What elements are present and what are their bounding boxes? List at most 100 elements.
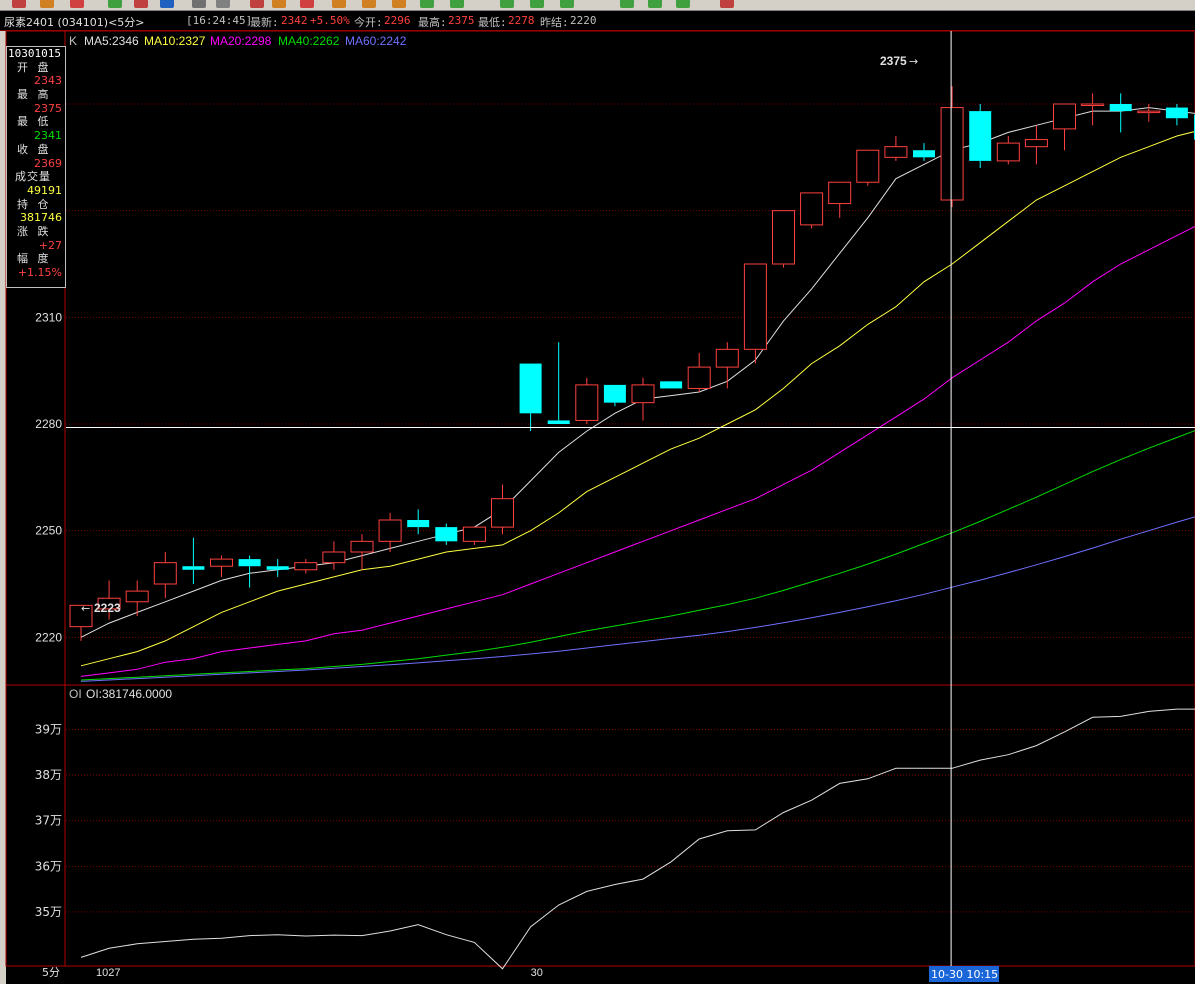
candle-body-down (1109, 104, 1132, 112)
candle (856, 149, 880, 186)
candle (1137, 104, 1161, 122)
candle-body-down (407, 520, 430, 528)
info-close-label: 收 盘 (17, 142, 52, 156)
oi-name: OI (69, 687, 82, 701)
price-tick-label: 2310 (35, 310, 62, 324)
candle-body-up (715, 348, 739, 368)
candle (435, 523, 458, 545)
candle-body-up (491, 498, 514, 528)
info-oi: 381746 (20, 211, 62, 225)
oi-value: OI:381746.0000 (86, 687, 172, 701)
candle-body-up (743, 263, 767, 350)
candle-body-up (856, 149, 880, 183)
ma10-legend: MA10:2327 (144, 34, 206, 48)
candle-body-up (322, 551, 346, 564)
ma5-line (80, 107, 1195, 638)
candle-body-up (1024, 139, 1048, 148)
crosshair (66, 31, 1195, 966)
candle (182, 537, 205, 584)
oi-tick-label: 38万 (35, 768, 62, 782)
info-high-label: 最 高 (17, 88, 52, 102)
candle-body-down (969, 111, 992, 161)
candle-body-up (940, 107, 964, 201)
min-price-label: 2223 (94, 601, 121, 615)
candle (940, 86, 964, 208)
candle (996, 136, 1020, 165)
oi-line-group (80, 708, 1195, 970)
info-low-label: 最 低 (17, 115, 52, 129)
oi-tick-label: 39万 (35, 723, 62, 737)
info-pct-label: 幅 度 (17, 252, 52, 266)
oi-line (80, 708, 1195, 970)
oi-tick-label: 35万 (35, 905, 62, 919)
candle (631, 377, 655, 421)
candles (69, 86, 1195, 641)
candle-body-up (294, 562, 318, 571)
candle (294, 559, 318, 574)
candle (547, 342, 570, 424)
chart-svg[interactable]: 2220225022802310 35万36万37万38万39万 1027 30 … (0, 0, 1195, 984)
price-tick-label: 2280 (35, 417, 62, 431)
candle (238, 555, 261, 588)
candle-body-down (660, 381, 683, 389)
candle-body-up (996, 142, 1020, 162)
candle-body-up (1137, 110, 1161, 114)
candle-body-down (603, 384, 626, 403)
candle-body-down (435, 527, 458, 542)
price-grid: 2220 2250 2280 2310 (35, 103, 1195, 644)
candle-body-up (772, 210, 795, 265)
candle (1109, 93, 1132, 133)
candle-body-up (125, 590, 149, 603)
candle (1081, 93, 1105, 126)
max-price-label: 2375 (880, 54, 907, 68)
candle (266, 559, 289, 577)
candle (1024, 125, 1048, 165)
k-label: K (69, 34, 77, 48)
candle (210, 555, 233, 577)
candle (743, 263, 767, 364)
candle-body-up (153, 562, 177, 585)
candle (125, 580, 149, 616)
ma60-legend: MA60:2242 (345, 34, 407, 48)
candle (491, 484, 514, 535)
candle (350, 534, 374, 570)
candle-body-down (266, 566, 289, 570)
info-close: 2369 (34, 156, 62, 170)
ma60-line (80, 516, 1195, 682)
info-open: 2343 (34, 74, 62, 88)
price-tick-label: 2250 (35, 524, 62, 538)
candle-body-up (800, 192, 824, 226)
min-price-arrow: ← (81, 602, 90, 615)
candle-body-down (547, 420, 570, 424)
candle (660, 381, 683, 389)
ma5-legend: MA5:2346 (84, 34, 139, 48)
candle-body-up (687, 366, 711, 389)
info-date: 10301015 (8, 47, 61, 60)
candle (575, 377, 599, 424)
info-high: 2375 (34, 101, 62, 115)
candle (715, 342, 739, 389)
info-chg-label: 涨 跌 (17, 224, 52, 238)
info-open-label: 开 盘 (17, 60, 52, 74)
candle (913, 143, 935, 161)
candle-body-up (575, 384, 599, 421)
candle (153, 552, 177, 599)
candle-body-down (519, 363, 542, 414)
ma20-line (80, 225, 1195, 677)
candle (884, 136, 908, 161)
price-tick-label: 2220 (35, 630, 62, 644)
candle-body-up (828, 181, 852, 205)
candle-body-down (913, 150, 935, 158)
oi-tick-label: 36万 (35, 859, 62, 873)
info-pct: +1.15% (17, 266, 62, 279)
candle-body-up (1081, 103, 1105, 106)
oi-tick-label: 37万 (35, 814, 62, 828)
candle (519, 363, 542, 432)
max-price-arrow: → (909, 55, 918, 68)
info-oi-label: 持 仓 (17, 197, 52, 211)
candle-body-down (1165, 107, 1188, 119)
candle-body-up (1053, 103, 1076, 130)
x-axis: 1027 30 (96, 967, 543, 979)
x-tick-label: 1027 (96, 967, 120, 979)
candle (1165, 104, 1188, 126)
